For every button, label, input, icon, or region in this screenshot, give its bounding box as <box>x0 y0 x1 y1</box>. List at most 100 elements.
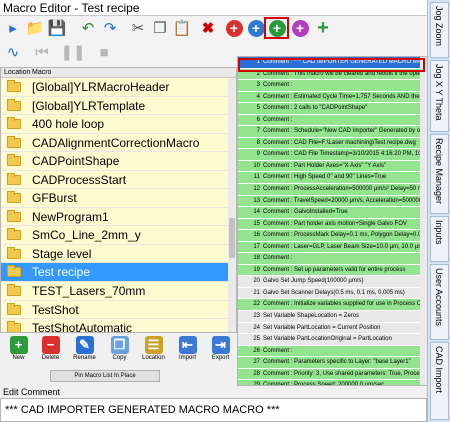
step-number: 24 <box>253 324 260 331</box>
step-row[interactable]: 24 Set Variable PartLocation = Current Po… <box>238 322 426 335</box>
location-button[interactable]: ☰ Location <box>137 335 170 369</box>
column-macro[interactable]: Macro <box>32 68 51 78</box>
undo-icon[interactable]: ↶ <box>78 18 98 38</box>
macro-list-item[interactable]: GFBurst <box>1 189 236 208</box>
export-icon: ⇥ <box>211 336 230 354</box>
step-back-icon[interactable]: ⏮ <box>32 42 52 62</box>
folder-icon <box>7 117 21 130</box>
tab-jog-xy-theta[interactable]: Jog X Y Theta <box>430 60 449 132</box>
tab-cad-import[interactable]: CAD Import <box>430 342 449 420</box>
delete-x-icon[interactable]: ✖ <box>198 18 218 38</box>
tab-inputs[interactable]: Inputs <box>430 216 449 262</box>
tab-jog-zoom[interactable]: Jog Zoom <box>430 2 449 58</box>
step-row[interactable]: 22 Comment : Initialize variables supplie… <box>238 299 426 312</box>
tab-recipe-manager[interactable]: Recipe Manager <box>430 134 449 214</box>
macro-list-item[interactable]: CADAlignmentCorrectionMacro <box>1 133 236 153</box>
macro-list-item[interactable]: TEST_Lasers_70mm <box>1 282 236 301</box>
import-icon: ⇤ <box>178 336 197 354</box>
macro-list-item[interactable]: CADPointShape <box>1 152 236 171</box>
step-row[interactable]: 28 Comment : Priority: 3, Use shared para… <box>238 368 426 381</box>
step-text: Comment : Process Speed: 200000.0 µm/sec <box>263 382 385 386</box>
macro-list-item[interactable]: [Global]YLRTemplate <box>1 96 236 116</box>
step-number: 12 <box>253 186 260 193</box>
step-row[interactable]: 18 Comment : <box>238 253 426 265</box>
step-number: 9 <box>256 151 260 158</box>
folder-icon <box>7 284 21 297</box>
step-row[interactable]: 8 Comment : CAD File=F:\Laser machining\T… <box>238 137 426 150</box>
step-row[interactable]: 27 Comment : Parameters specific to Layer… <box>238 357 426 369</box>
red-plus-icon[interactable]: + <box>224 18 244 38</box>
step-row[interactable]: 7 Comment : Schedule="New CAD Importer" G… <box>238 126 426 138</box>
edit-comment-input[interactable]: *** CAD IMPORTER GENERATED MACRO MACRO *… <box>0 398 427 422</box>
macro-list-item[interactable]: Test recipe <box>1 263 236 283</box>
step-number: 27 <box>253 359 260 366</box>
macro-list-item[interactable]: TestShot <box>1 300 236 320</box>
step-row[interactable]: 29 Comment : Process Speed: 200000.0 µm/s… <box>238 380 426 386</box>
copy-button[interactable]: ❐ Copy <box>103 335 136 369</box>
step-row[interactable]: 16 Comment : ProcessMark Delay=0.1 ms, Po… <box>238 230 426 242</box>
pin-macro-list-button[interactable]: Pin Macro List In Place <box>50 370 160 382</box>
macro-name: TestShotAutomatic <box>32 321 133 333</box>
rename-button[interactable]: ✎ Rename <box>68 335 101 369</box>
step-row[interactable]: 4 Comment : Estimated Cycle Time=1.757 Se… <box>238 91 426 104</box>
pause-icon[interactable]: ❚❚ <box>60 42 85 62</box>
macro-list-scrollbar[interactable] <box>228 78 236 332</box>
step-number: 14 <box>253 209 260 216</box>
redo-icon[interactable]: ↷ <box>100 18 120 38</box>
step-row[interactable]: 20 Galvo Set Jump Speed(100000 µm/s) <box>238 276 426 288</box>
import-button[interactable]: ⇤ Import <box>171 335 204 369</box>
step-row[interactable]: 14 Comment : GalvoInstalled=True <box>238 207 426 219</box>
step-row[interactable]: 26 Comment : <box>238 345 426 358</box>
step-row[interactable]: 21 Galvo Set Scanner Delays(0.5 ms, 0.1 m… <box>238 287 426 300</box>
paste-icon[interactable]: 📋 <box>172 18 192 38</box>
step-row[interactable]: 15 Comment : Part holder axis motion+Sing… <box>238 218 426 231</box>
step-number: 15 <box>253 220 260 227</box>
macro-list: Location Macro [Global]YLRMacroHeader [Gl… <box>0 67 237 333</box>
step-row[interactable]: 23 Set Variable ShapeLocation = Zeros <box>238 311 426 323</box>
step-row[interactable]: 3 Comment : <box>238 80 426 92</box>
step-number: 20 <box>253 278 260 285</box>
step-row[interactable]: 12 Comment : ProcessAcceleration=500000 µ… <box>238 184 426 196</box>
macro-list-item[interactable]: Stage level <box>1 244 236 264</box>
macro-name: [Global]YLRMacroHeader <box>32 80 170 94</box>
purple-plus-icon[interactable]: + <box>290 18 310 38</box>
step-row[interactable]: 10 Comment : Part Holder Axes="X Axis" "Y… <box>238 160 426 173</box>
macro-list-buttons: + New − Delete ✎ Rename ❐ Copy ☰ Location ⇤ Im… <box>0 333 237 383</box>
step-row[interactable]: 9 Comment : CAD File Timestamp=3/10/2015 … <box>238 149 426 161</box>
step-number: 5 <box>256 105 260 112</box>
step-row[interactable]: 6 Comment : <box>238 114 426 127</box>
copy-icon[interactable]: ❐ <box>150 18 170 38</box>
macro-list-item[interactable]: 400 hole loop <box>1 115 236 134</box>
step-text: Comment : Priority: 3, Use shared parame… <box>263 370 426 377</box>
save-icon[interactable]: 💾 <box>47 18 67 38</box>
tab-user-accounts[interactable]: User Accounts <box>430 264 449 340</box>
delete-button[interactable]: − Delete <box>34 335 67 369</box>
step-row[interactable]: 19 Comment : Set up parameters valid for … <box>238 264 426 277</box>
macro-list-item[interactable]: CADProcessStart <box>1 170 236 190</box>
macro-steps-list: 1 Comment : *** CAD IMPORTER GENERATED MA… <box>237 56 427 386</box>
pulse-icon[interactable]: ∿ <box>3 42 23 62</box>
macro-list-item[interactable]: SmCo_Line_2mm_y <box>1 226 236 245</box>
steps-scrollbar[interactable] <box>420 57 427 385</box>
column-location[interactable]: Location <box>4 68 30 78</box>
run-icon[interactable]: ▸ <box>3 18 23 38</box>
step-row[interactable]: 25 Set Variable PartLocationOriginal = Pa… <box>238 334 426 346</box>
step-row[interactable]: 17 Comment : Laser=GLP, Laser Beam Size=1… <box>238 241 426 254</box>
scroll-thumb[interactable] <box>229 218 235 258</box>
step-row[interactable]: 13 Comment : TravelSpeed=20000 µm/s, Acce… <box>238 195 426 208</box>
step-row[interactable]: 11 Comment : High Speed 0" and 90" Lines=… <box>238 172 426 185</box>
step-text: Comment : Estimated Cycle Time=1.757 Sec… <box>263 93 426 100</box>
macro-list-item[interactable]: [Global]YLRMacroHeader <box>1 78 236 97</box>
add-plus-icon[interactable]: + <box>313 18 333 38</box>
new-button[interactable]: + New <box>2 335 35 369</box>
step-text: Set Variable ShapeLocation = Zeros <box>263 313 360 320</box>
blue-plus-icon[interactable]: + <box>246 18 266 38</box>
macro-list-item[interactable]: TestShotAutomatic <box>1 319 236 333</box>
stop-icon[interactable]: ■ <box>94 42 114 62</box>
open-folder-icon[interactable]: 📁 <box>25 18 45 38</box>
cut-icon[interactable]: ✂ <box>128 18 148 38</box>
macro-list-item[interactable]: NewProgram1 <box>1 207 236 227</box>
macro-name: [Global]YLRTemplate <box>32 98 146 113</box>
export-button[interactable]: ⇥ Export <box>204 335 237 369</box>
step-row[interactable]: 5 Comment : 2 calls to "CADPointShape" <box>238 103 426 115</box>
